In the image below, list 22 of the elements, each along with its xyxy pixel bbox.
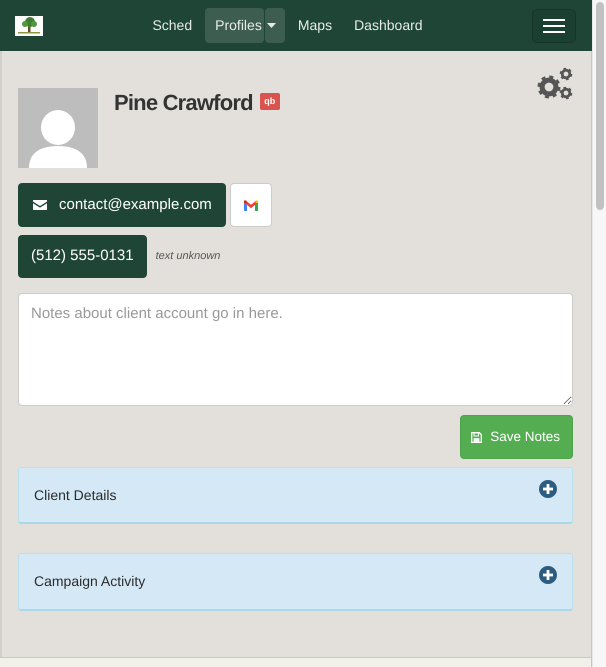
nav-link[interactable]: Sched <box>141 8 204 43</box>
menu-icon <box>543 18 565 34</box>
settings-icon[interactable] <box>537 67 573 100</box>
collapsible-panel-header[interactable]: Campaign Activity <box>18 553 573 611</box>
qb-badge: qb <box>260 93 280 110</box>
gmail-button[interactable] <box>230 183 272 227</box>
email-button[interactable]: contact@example.com <box>18 183 226 227</box>
client-name: Pine Crawford <box>114 90 253 116</box>
nav-link[interactable]: Maps <box>286 8 344 43</box>
nav-link[interactable]: Dashboard <box>343 8 434 43</box>
phone-button[interactable]: (512) 555-0131 <box>18 235 147 278</box>
scrollbar-thumb[interactable] <box>596 2 604 210</box>
mail-logo-icon <box>244 200 258 210</box>
envelope-icon <box>33 200 47 210</box>
logo-icon <box>15 16 43 36</box>
menu-toggle-button[interactable] <box>532 8 576 42</box>
caret-icon <box>266 23 276 28</box>
phone-note: text unknown <box>156 249 220 264</box>
notes-field[interactable]: Notes about client account go in here. <box>18 293 573 406</box>
nav-link[interactable]: Profiles <box>205 8 264 43</box>
collapsible-panel-header[interactable]: Client Details <box>18 467 573 524</box>
dropdown-toggle[interactable] <box>264 8 285 43</box>
